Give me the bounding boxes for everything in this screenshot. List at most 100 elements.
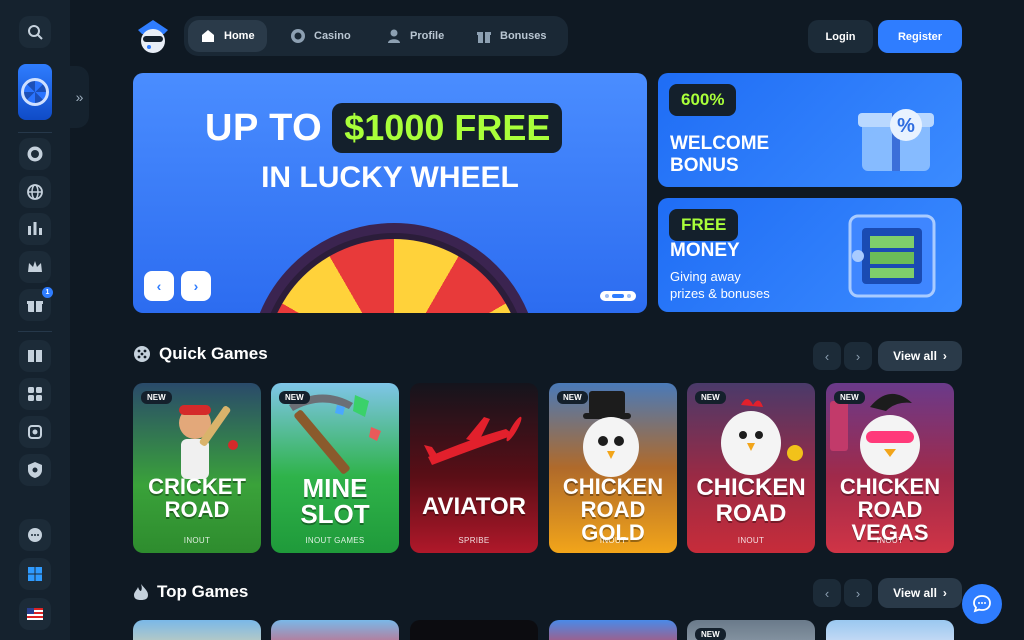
game-provider: INOUT <box>599 536 627 545</box>
promo-title: WELCOME BONUS <box>670 133 769 177</box>
new-badge: NEW <box>695 628 726 640</box>
gift-box-image: % <box>858 109 934 171</box>
hero-next-button[interactable]: › <box>181 271 211 301</box>
promo-subtitle-line: prizes & bonuses <box>670 286 770 301</box>
quick-games-prev-button[interactable]: ‹ <box>813 342 841 370</box>
game-title: CRICKET ROAD <box>148 474 246 522</box>
hero-headline: UP TO $1000 FREE <box>205 103 563 153</box>
chip-stack-icon <box>28 425 42 439</box>
live-chat-button[interactable] <box>962 584 1002 624</box>
chevron-right-icon: › <box>855 585 861 601</box>
search-button[interactable] <box>19 16 51 48</box>
game-title: AVIATOR <box>421 493 526 520</box>
sidebar-item-sports[interactable] <box>19 213 51 245</box>
quick-games-next-button[interactable]: › <box>844 342 872 370</box>
section-title: Quick Games <box>159 344 268 363</box>
sidebar-item-games[interactable] <box>19 378 51 410</box>
sidebar-item-casino[interactable] <box>19 138 51 170</box>
game-card-chicken-road[interactable]: NEW CHICKEN ROAD INOUT <box>687 383 815 553</box>
chevron-right-icon: › <box>942 586 947 600</box>
search-icon <box>28 25 43 40</box>
nav-casino[interactable]: Casino <box>278 20 363 52</box>
sidebar-divider <box>18 132 52 133</box>
hero-prev-button[interactable]: ‹ <box>144 271 174 301</box>
site-logo[interactable] <box>134 16 172 56</box>
hero-subheadline: IN LUCKY WHEEL <box>261 161 519 194</box>
sidebar-item-guide[interactable] <box>19 340 51 372</box>
promo-free-money[interactable]: FREE MONEY Giving away prizes & bonuses <box>658 198 962 312</box>
sidebar-expand-button[interactable]: » <box>70 66 89 128</box>
top-games-next-button[interactable]: › <box>844 579 872 607</box>
view-all-label: View all <box>893 586 937 600</box>
nav-home[interactable]: Home <box>188 20 267 52</box>
nav-casino-label: Casino <box>314 30 351 42</box>
crown-icon <box>28 261 42 272</box>
carousel-dot-active[interactable] <box>612 294 624 298</box>
home-icon <box>202 30 214 42</box>
top-games-prev-button[interactable]: ‹ <box>813 579 841 607</box>
hero-amount: $1000 FREE <box>332 103 563 153</box>
language-selector[interactable] <box>19 598 51 630</box>
login-button[interactable]: Login <box>808 20 873 53</box>
book-icon <box>28 350 42 362</box>
sidebar-item-security[interactable] <box>19 454 51 486</box>
flame-icon <box>134 584 148 600</box>
carousel-dot[interactable] <box>627 294 631 298</box>
sidebar-item-vip[interactable] <box>19 251 51 283</box>
sidebar-item-cashier[interactable] <box>19 416 51 448</box>
quick-games-view-all[interactable]: View all › <box>878 341 962 371</box>
casino-chip-icon <box>291 29 305 43</box>
chevron-left-icon: ‹ <box>824 585 830 601</box>
game-card-cricket-road[interactable]: NEW CRICKET ROAD INOUT <box>133 383 261 553</box>
top-game-card[interactable] <box>549 620 677 640</box>
nav-home-label: Home <box>224 30 255 42</box>
top-game-card[interactable] <box>826 620 954 640</box>
game-provider: INOUT GAMES <box>305 536 365 545</box>
notification-badge: 1 <box>42 287 53 298</box>
windows-icon <box>28 567 42 581</box>
promo-title-line: BONUS <box>670 155 739 176</box>
nav-bonuses-label: Bonuses <box>500 30 547 42</box>
user-icon <box>388 29 400 43</box>
promo-title-line: WELCOME <box>670 133 770 154</box>
sidebar-item-gifts[interactable]: 1 <box>19 287 53 321</box>
section-title: Top Games <box>157 582 249 601</box>
sidebar-item-windows-app[interactable] <box>19 558 51 590</box>
game-card-chicken-road-vegas[interactable]: NEW CHICKEN ROAD VEGAS INOUT <box>826 383 954 553</box>
carousel-dot[interactable] <box>605 294 609 298</box>
game-provider: SPRIBE <box>458 536 490 545</box>
nav-bonuses[interactable]: Bonuses <box>464 20 558 52</box>
promo-tag: FREE <box>669 209 739 241</box>
game-title: MINE SLOT <box>300 473 370 529</box>
promo-title: MONEY <box>670 240 740 261</box>
svg-text:%: % <box>897 115 915 137</box>
game-title: CHICKEN ROAD <box>696 474 806 527</box>
game-provider: INOUT <box>183 536 211 545</box>
nav-profile[interactable]: Profile <box>374 20 456 52</box>
chevron-right-icon: › <box>942 349 947 363</box>
sidebar-item-support[interactable] <box>19 519 51 551</box>
game-provider: INOUT <box>876 536 904 545</box>
top-game-card[interactable] <box>133 620 261 640</box>
game-card-aviator[interactable]: AVIATOR SPRIBE <box>410 383 538 553</box>
top-game-card[interactable]: NEW <box>687 620 815 640</box>
chat-bubble-icon <box>973 595 991 613</box>
game-title: CHICKEN ROAD VEGAS <box>839 474 941 545</box>
promo-subtitle: Giving away prizes & bonuses <box>670 268 770 302</box>
game-card-mine-slot[interactable]: NEW MINE SLOT INOUT GAMES <box>271 383 399 553</box>
shield-icon <box>28 462 42 478</box>
top-game-card[interactable] <box>271 620 399 640</box>
game-card-chicken-road-gold[interactable]: NEW CHICKEN ROAD GOLD INOUT <box>549 383 677 553</box>
register-button[interactable]: Register <box>878 20 962 53</box>
top-games-view-all[interactable]: View all › <box>878 578 962 608</box>
double-chevron-right-icon: » <box>75 89 84 105</box>
chevron-left-icon: ‹ <box>156 278 162 294</box>
top-game-card[interactable] <box>410 620 538 640</box>
money-safe-image <box>848 214 936 298</box>
lucky-wheel-thumbnail[interactable] <box>18 64 52 120</box>
lucky-wheel-image <box>249 223 539 313</box>
quick-games-heading: Quick Games <box>133 344 268 364</box>
promo-welcome-bonus[interactable]: 600% WELCOME BONUS % <box>658 73 962 187</box>
sidebar-item-live[interactable] <box>19 176 51 208</box>
carousel-dots[interactable] <box>600 291 636 301</box>
